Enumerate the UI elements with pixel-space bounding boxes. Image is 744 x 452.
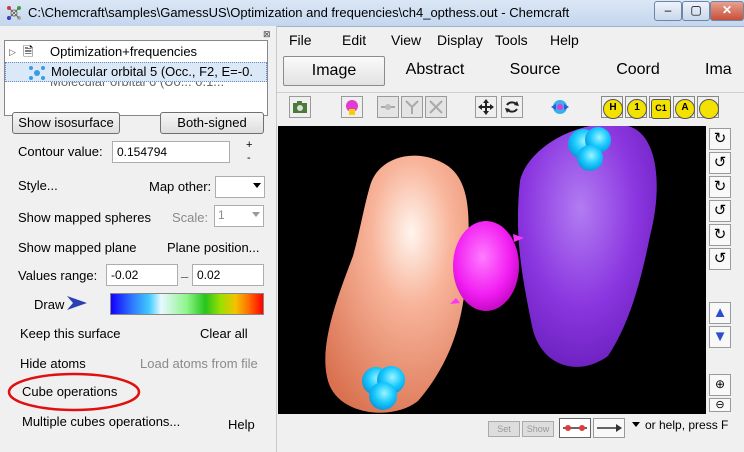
document-icon: 🗎 [23, 44, 34, 59]
map-other-label: Map other: [149, 179, 212, 194]
draw-arrow-icon[interactable] [66, 295, 88, 311]
rotate-down-icon[interactable]: ↺ [709, 152, 731, 174]
angle-tool-icon[interactable] [401, 96, 423, 118]
label-a-button[interactable]: A [673, 96, 695, 119]
scale-value: 1 [218, 208, 225, 222]
bond-tool-icon[interactable] [377, 96, 399, 118]
structure-tree[interactable]: ▷ 🗎 Optimization+frequencies Molecular o… [4, 40, 268, 116]
map-other-select[interactable] [215, 176, 265, 198]
rotate-ccw-icon[interactable]: ↺ [709, 248, 731, 270]
tree-item-selected[interactable]: Molecular orbital 5 (Occ., F2, E=-0. [5, 62, 267, 82]
chevron-down-icon [252, 212, 260, 217]
rotate-molecule-icon[interactable] [549, 96, 571, 118]
show-button[interactable]: Show [522, 421, 554, 437]
menu-display[interactable]: Display [437, 32, 483, 48]
contour-value-label: Contour value: [18, 144, 103, 159]
show-isosurface-button[interactable]: Show isosurface [12, 112, 120, 134]
view-toolbar: H 1 C1 A [277, 92, 744, 123]
move-down-icon[interactable]: ▼ [709, 326, 731, 348]
rotate-left-icon[interactable]: ↻ [709, 176, 731, 198]
tree-item-label: Molecular orbital 6 (Uo... 0.1... [50, 82, 224, 92]
label-c1-button[interactable]: C1 [649, 96, 671, 119]
show-mapped-spheres-checkbox[interactable]: Show mapped spheres [18, 210, 151, 225]
minimize-button[interactable]: – [654, 1, 682, 21]
show-mapped-plane-checkbox[interactable]: Show mapped plane [18, 240, 137, 255]
scale-select[interactable]: 1 [214, 205, 264, 227]
move-up-icon[interactable]: ▲ [709, 302, 731, 324]
tab-abstract[interactable]: Abstract [395, 56, 475, 84]
status-help-text: or help, press F [645, 418, 729, 432]
maximize-button[interactable]: ▢ [682, 1, 710, 21]
tree-item-label: Molecular orbital 5 (Occ., F2, E=-0. [51, 64, 253, 79]
highlight-circle-annotation [7, 372, 141, 412]
multiple-cubes-button[interactable]: Multiple cubes operations... [22, 414, 180, 429]
menu-bar: File Edit View Display Tools Help [277, 28, 744, 52]
arrow-mode-icon[interactable] [593, 418, 625, 438]
carbon-atom [453, 221, 519, 311]
tab-image-2[interactable]: Ima [705, 56, 744, 84]
range-min-field[interactable]: -0.02 [106, 264, 178, 286]
rotate-up-icon[interactable]: ↻ [709, 128, 731, 150]
style-button[interactable]: Style... [18, 178, 58, 193]
status-bar: Set Show or help, press F [278, 416, 744, 440]
help-button[interactable]: Help [228, 417, 255, 432]
move-icon[interactable] [475, 96, 497, 118]
expand-arrow-icon[interactable]: ▷ [9, 42, 16, 62]
draw-label: Draw [34, 297, 65, 312]
rotation-toolbar: ↻ ↺ ↻ ↺ ↻ ↺ ▲ ▼ ⊕ ⊖ [706, 126, 744, 414]
menu-view[interactable]: View [391, 32, 421, 48]
tree-item-label: Optimization+frequencies [50, 44, 198, 59]
isosurface-panel: ⊠ ▷ 🗎 Optimization+frequencies Molecular… [0, 26, 276, 452]
menu-edit[interactable]: Edit [342, 32, 366, 48]
tab-image[interactable]: Image [283, 56, 385, 86]
highlight-atom-icon[interactable] [341, 96, 363, 118]
view-tabs: Image Abstract Source Coord Ima [277, 54, 744, 86]
rotate-right-icon[interactable]: ↺ [709, 200, 731, 222]
close-button[interactable]: ✕ [710, 1, 744, 21]
zoom-out-icon[interactable]: ⊖ [709, 398, 731, 412]
dihedral-tool-icon[interactable] [425, 96, 447, 118]
range-max-field[interactable]: 0.02 [192, 264, 264, 286]
chemcraft-app-icon [7, 6, 21, 20]
tree-item[interactable]: Molecular orbital 6 (Uo... 0.1... [5, 82, 267, 92]
panel-splitter[interactable] [276, 26, 277, 452]
values-range-label: Values range: [18, 268, 98, 283]
rotate-icon[interactable] [501, 96, 523, 118]
clear-all-button[interactable]: Clear all [200, 326, 248, 341]
label-h-button[interactable]: H [601, 96, 623, 119]
load-atoms-button[interactable]: Load atoms from file [140, 356, 258, 371]
label-circle-button[interactable] [697, 96, 719, 119]
scale-label: Scale: [172, 210, 209, 225]
menu-help[interactable]: Help [550, 32, 579, 48]
label-number-button[interactable]: 1 [625, 96, 647, 119]
menu-file[interactable]: File [289, 32, 312, 48]
range-dash: _ [181, 264, 189, 279]
rotate-cw-icon[interactable]: ↻ [709, 224, 731, 246]
contour-decrease-button[interactable]: - [247, 152, 251, 164]
window-title: C:\Chemcraft\samples\GamessUS\Optimizati… [28, 5, 570, 20]
set-button[interactable]: Set [488, 421, 520, 437]
orbital-icon [29, 66, 45, 80]
keep-surface-button[interactable]: Keep this surface [20, 326, 120, 341]
zoom-in-icon[interactable]: ⊕ [709, 374, 731, 396]
contour-increase-button[interactable]: + [246, 139, 252, 151]
chevron-down-icon[interactable] [632, 422, 640, 427]
tree-item[interactable]: ▷ 🗎 Optimization+frequencies [5, 42, 267, 62]
contour-value-field[interactable]: 0.154794 [112, 141, 230, 163]
tab-coord[interactable]: Coord [603, 56, 673, 84]
hide-atoms-button[interactable]: Hide atoms [20, 356, 86, 371]
orbital-render [325, 126, 657, 413]
molecule-viewport[interactable] [278, 126, 706, 414]
both-signed-button[interactable]: Both-signed [160, 112, 264, 134]
bond-length-mode-icon[interactable] [559, 418, 591, 438]
pane-close-icon[interactable]: ⊠ [263, 30, 272, 39]
plane-position-button[interactable]: Plane position... [167, 240, 260, 255]
color-scale-gradient [110, 293, 264, 315]
chevron-down-icon [253, 183, 261, 188]
menu-tools[interactable]: Tools [495, 32, 528, 48]
camera-icon[interactable] [289, 96, 311, 118]
title-bar: C:\Chemcraft\samples\GamessUS\Optimizati… [0, 0, 744, 27]
tab-source[interactable]: Source [499, 56, 571, 84]
